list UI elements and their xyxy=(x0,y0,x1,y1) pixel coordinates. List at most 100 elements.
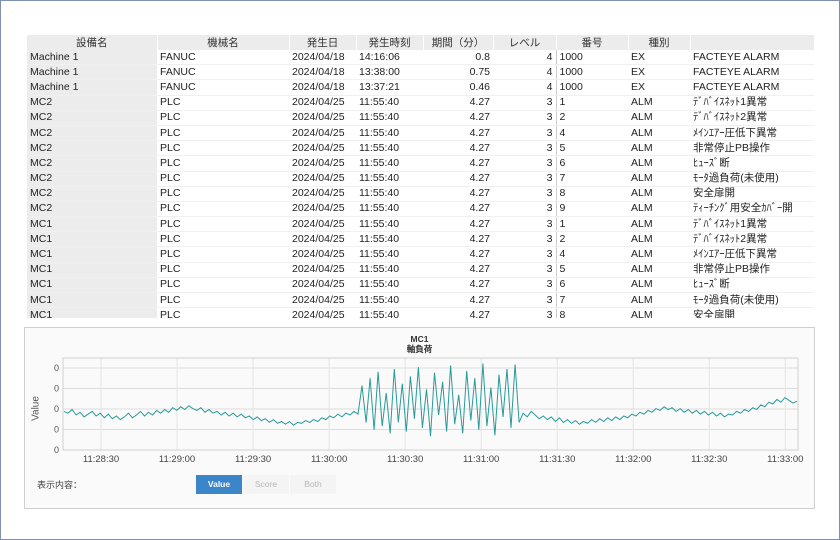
table-cell: ALM xyxy=(628,307,690,318)
table-cell: ALM xyxy=(628,110,690,126)
table-cell: EX xyxy=(628,64,690,81)
table-row[interactable]: MC1 PLC 2024/04/25 11:55:40 4.27 3 6 ALM ﾋｭｰｽﾞ断 xyxy=(27,277,814,294)
table-cell: PLC xyxy=(157,277,289,294)
table-cell: FACTEYE ALARM xyxy=(690,64,814,81)
table-cell: 2024/04/25 xyxy=(289,231,356,248)
table-cell: 14:16:06 xyxy=(356,50,423,66)
table-cell: 4.27 xyxy=(423,125,493,142)
table-row[interactable]: Machine 1 FANUC 2024/04/18 14:16:06 0.8 4 1000… xyxy=(27,50,814,66)
table-row[interactable]: MC2 PLC 2024/04/25 11:55:40 4.27 3 1 ALM ﾃﾞﾊﾞｲｽﾈ… xyxy=(27,95,814,111)
column-header[interactable]: 期間（分） xyxy=(423,35,494,50)
table-row[interactable]: Machine 1 FANUC 2024/04/18 13:37:21 0.46 4 100… xyxy=(27,79,814,96)
y-tick-label: 0 xyxy=(54,445,59,455)
table-cell: 1000 xyxy=(556,79,628,96)
column-header[interactable]: レベル xyxy=(493,35,557,50)
y-tick-label: 0 xyxy=(54,404,59,414)
table-cell: FACTEYE ALARM xyxy=(690,79,814,96)
column-header[interactable]: 発生時刻 xyxy=(356,35,424,50)
table-cell: PLC xyxy=(157,125,289,142)
column-header[interactable]: 設備名 xyxy=(27,35,158,50)
table-cell: ALM xyxy=(628,231,690,248)
table-cell: 11:55:40 xyxy=(356,155,423,172)
table-cell: 2024/04/25 xyxy=(289,246,356,263)
table-row[interactable]: MC1 PLC 2024/04/25 11:55:40 4.27 3 5 ALM 非常停止PB操… xyxy=(27,262,814,278)
table-cell: 2024/04/25 xyxy=(289,95,356,111)
table-cell: 非常停止PB操作 xyxy=(690,262,814,278)
table-row[interactable]: MC1 PLC 2024/04/25 11:55:40 4.27 3 4 ALM ﾒｲﾝｴｱｰ圧… xyxy=(27,246,814,263)
both-toggle-button[interactable]: Both xyxy=(290,475,336,494)
table-cell: 4.27 xyxy=(423,277,493,294)
table-cell: Machine 1 xyxy=(27,50,157,66)
table-cell: 3 xyxy=(493,140,557,157)
table-cell: EX xyxy=(628,50,690,66)
table-cell: EX xyxy=(628,79,690,96)
table-cell: MC2 xyxy=(27,110,157,126)
table-cell: 8 xyxy=(556,307,628,318)
column-header[interactable]: 種別 xyxy=(628,35,691,50)
table-cell: 11:55:40 xyxy=(356,246,423,263)
table-cell: FACTEYE ALARM xyxy=(690,50,814,66)
table-cell: 11:55:40 xyxy=(356,186,423,202)
table-row[interactable]: MC2 PLC 2024/04/25 11:55:40 4.27 3 7 ALM ﾓｰﾀ過負荷(… xyxy=(27,171,814,187)
table-cell: 4 xyxy=(556,246,628,263)
table-cell: 3 xyxy=(493,262,557,278)
table-cell: 非常停止PB操作 xyxy=(690,140,814,157)
table-row[interactable]: MC2 PLC 2024/04/25 11:55:40 4.27 3 8 ALM 安全扉開 xyxy=(27,186,814,202)
table-cell: 11:55:40 xyxy=(356,262,423,278)
table-cell: 4.27 xyxy=(423,246,493,263)
table-cell: 2024/04/25 xyxy=(289,186,356,202)
table-cell: ALM xyxy=(628,140,690,157)
x-tick-label: 11:32:30 xyxy=(691,454,727,465)
table-cell: 0.46 xyxy=(423,79,493,96)
table-cell: 安全扉開 xyxy=(690,186,814,202)
table-cell: 2024/04/25 xyxy=(289,307,356,318)
table-row[interactable]: MC2 PLC 2024/04/25 11:55:40 4.27 3 5 ALM 非常停止PB操… xyxy=(27,140,814,157)
x-tick-label: 11:32:00 xyxy=(615,454,651,465)
table-cell: MC2 xyxy=(27,140,157,157)
x-tick-label: 11:33:00 xyxy=(767,454,803,465)
table-cell: 3 xyxy=(493,171,557,187)
value-toggle-button[interactable]: Value xyxy=(196,475,242,494)
table-row[interactable]: MC1 PLC 2024/04/25 11:55:40 4.27 3 2 ALM ﾃﾞﾊﾞｲｽﾈ… xyxy=(27,231,814,248)
table-cell: ALM xyxy=(628,262,690,278)
table-row[interactable]: MC1 PLC 2024/04/25 11:55:40 4.27 3 1 ALM ﾃﾞﾊﾞｲｽﾈ… xyxy=(27,216,814,233)
table-cell: 2 xyxy=(556,231,628,248)
table-cell: 11:55:40 xyxy=(356,140,423,157)
table-header-row: 設備名 機械名 発生日 発生時刻 期間（分） レベル 番号 種別 xyxy=(27,35,814,50)
table-row[interactable]: MC2 PLC 2024/04/25 11:55:40 4.27 3 4 ALM ﾒｲﾝｴｱｰ圧… xyxy=(27,125,814,142)
table-cell: 8 xyxy=(556,186,628,202)
display-content-label: 表示内容： xyxy=(37,480,83,490)
table-cell: 3 xyxy=(493,201,557,218)
table-row[interactable]: MC2 PLC 2024/04/25 11:55:40 4.27 3 9 ALM ﾃｨｰﾁﾝｸﾞ… xyxy=(27,201,814,218)
score-toggle-button[interactable]: Score xyxy=(243,475,289,494)
table-row[interactable]: MC2 PLC 2024/04/25 11:55:40 4.27 3 6 ALM ﾋｭｰｽﾞ断 xyxy=(27,155,814,172)
table-cell: 4.27 xyxy=(423,95,493,111)
table-row[interactable]: MC1 PLC 2024/04/25 11:55:40 4.27 3 8 ALM 安全扉開 xyxy=(27,307,814,318)
table-cell: 6 xyxy=(556,155,628,172)
table-cell: MC2 xyxy=(27,155,157,172)
table-cell: 0.8 xyxy=(423,50,493,66)
column-header[interactable]: 番号 xyxy=(556,35,629,50)
column-header[interactable] xyxy=(690,35,814,50)
table-cell: 4 xyxy=(493,64,557,81)
table-cell: 3 xyxy=(493,216,557,233)
x-tick-label: 11:29:30 xyxy=(235,454,271,465)
table-cell: ﾃﾞﾊﾞｲｽﾈｯﾄ2異常 xyxy=(690,110,814,126)
table-row[interactable]: Machine 1 FANUC 2024/04/18 13:38:00 0.75 4 100… xyxy=(27,64,814,81)
table-cell: ALM xyxy=(628,95,690,111)
table-cell: 3 xyxy=(493,110,557,126)
table-cell: ﾓｰﾀ過負荷(未使用) xyxy=(690,292,814,309)
table-cell: ﾃｨｰﾁﾝｸﾞ用安全ｶﾊﾞｰ開 xyxy=(690,201,814,218)
table-row[interactable]: MC1 PLC 2024/04/25 11:55:40 4.27 3 7 ALM ﾓｰﾀ過負荷(… xyxy=(27,292,814,309)
column-header[interactable]: 機械名 xyxy=(157,35,290,50)
x-tick-label: 11:30:30 xyxy=(387,454,423,465)
table-cell: MC2 xyxy=(27,125,157,142)
table-cell: 11:55:40 xyxy=(356,110,423,126)
table-cell: 3 xyxy=(493,155,557,172)
table-row[interactable]: MC2 PLC 2024/04/25 11:55:40 4.27 3 2 ALM ﾃﾞﾊﾞｲｽﾈ… xyxy=(27,110,814,126)
column-header[interactable]: 発生日 xyxy=(289,35,357,50)
table-cell: 11:55:40 xyxy=(356,231,423,248)
table-cell: 11:55:40 xyxy=(356,95,423,111)
table-cell: 3 xyxy=(493,186,557,202)
table-cell: MC1 xyxy=(27,307,157,318)
